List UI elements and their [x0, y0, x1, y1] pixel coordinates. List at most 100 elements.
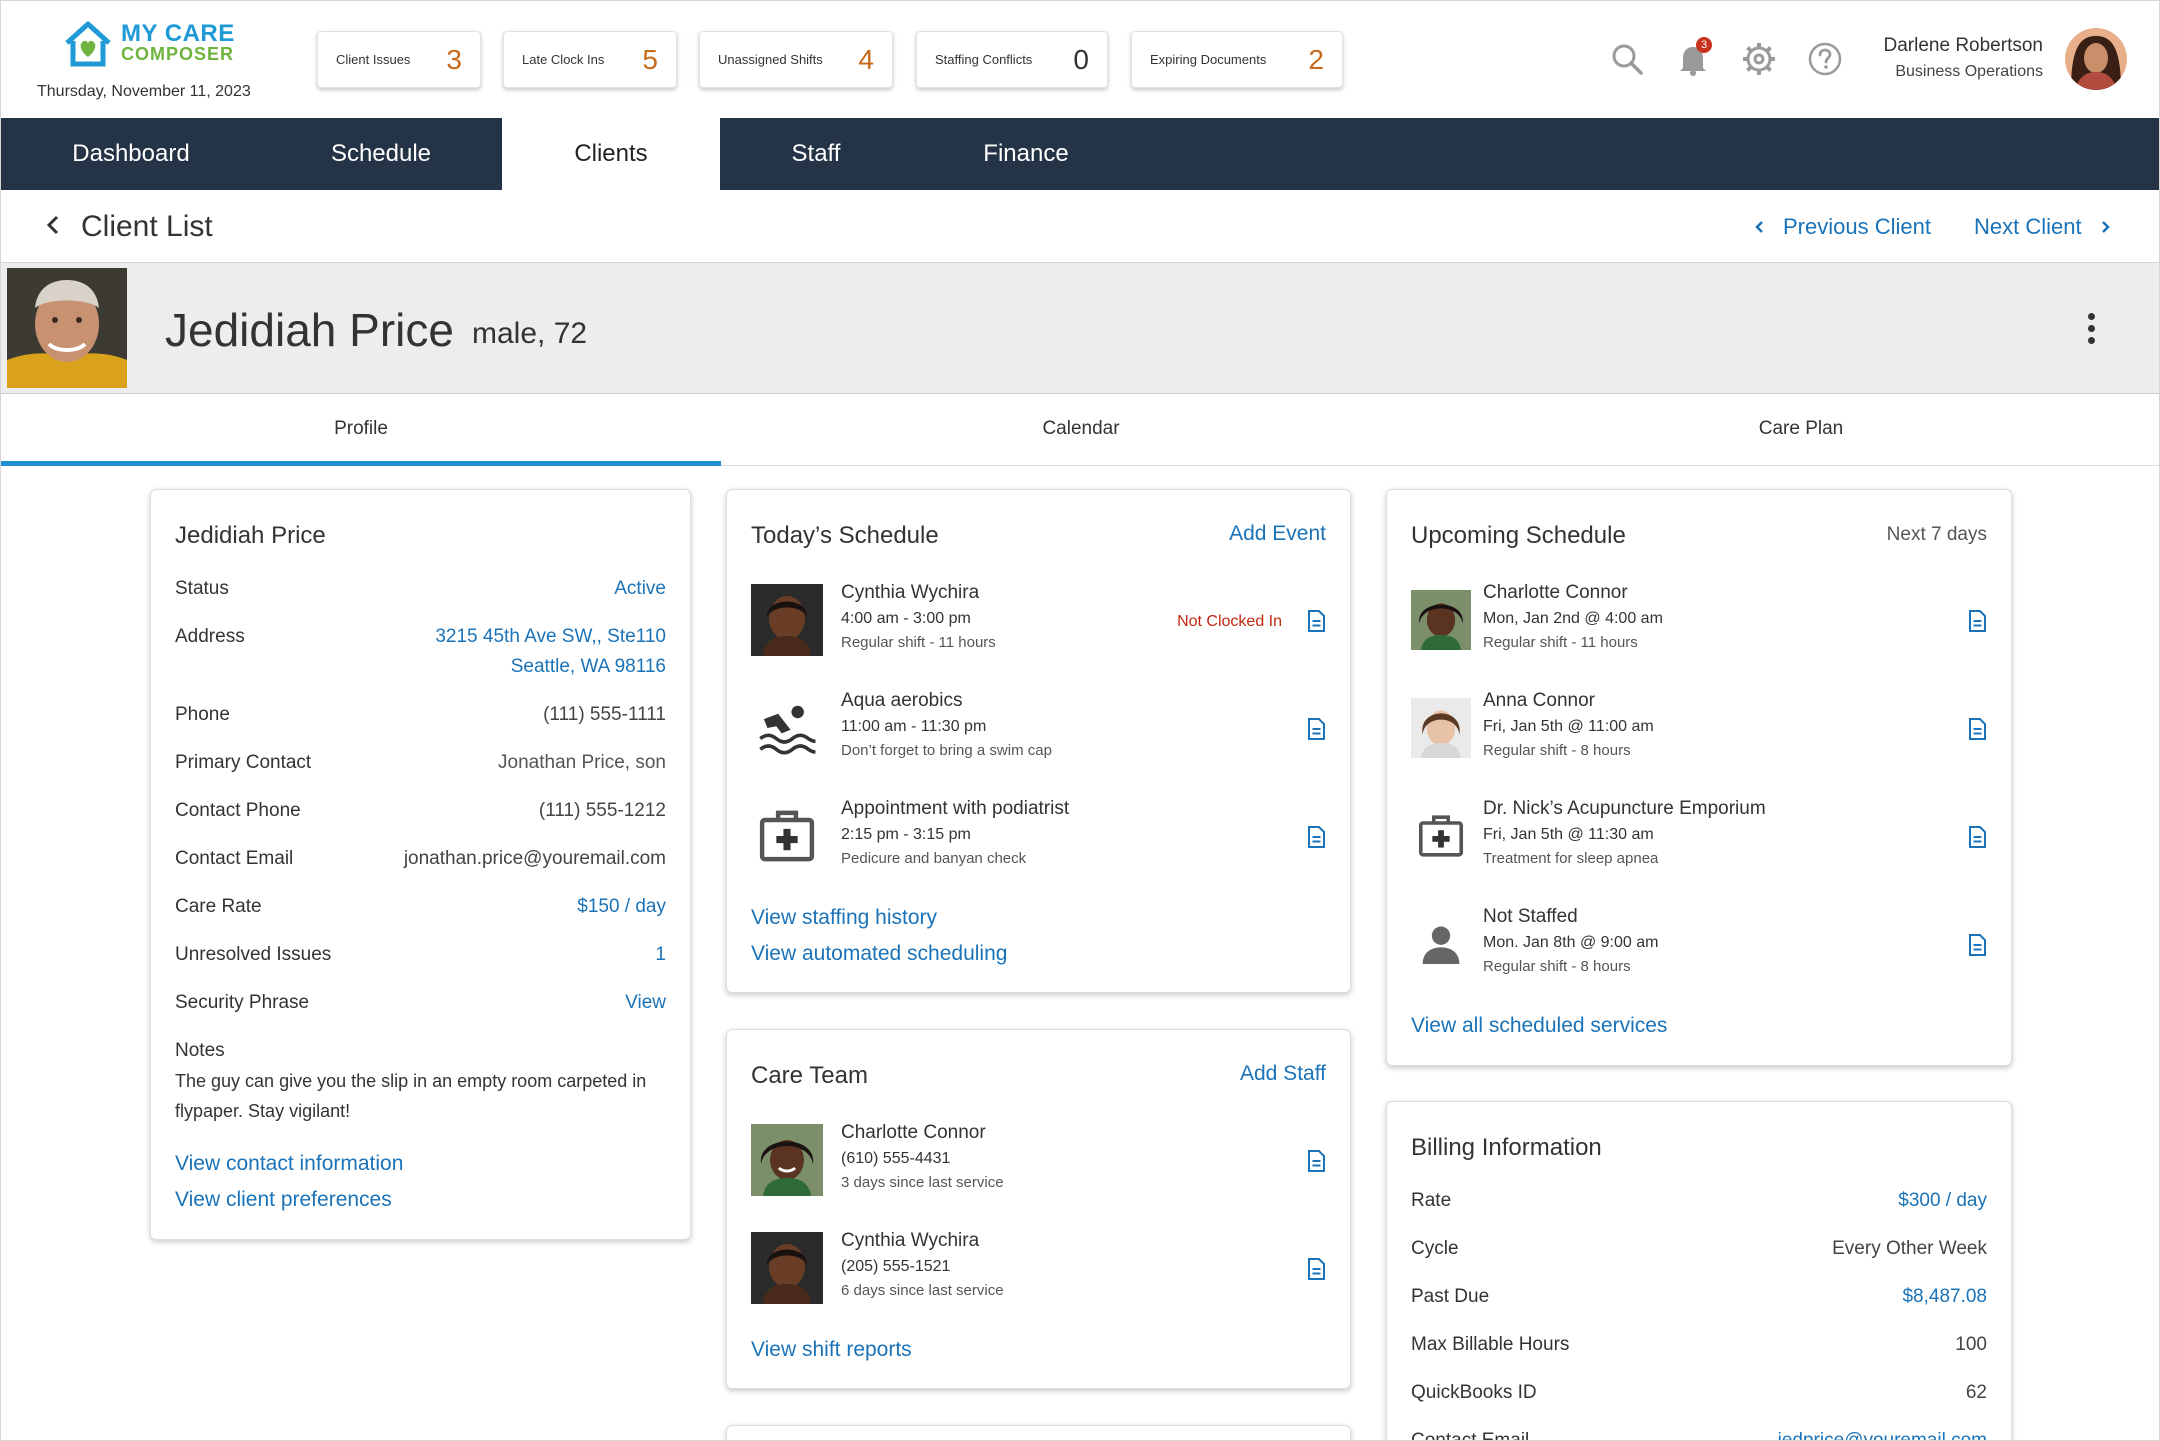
swimming-icon	[751, 692, 823, 764]
medical-kit-icon	[1411, 806, 1471, 866]
logo[interactable]: MY CARE COMPOSER	[63, 19, 235, 69]
tab-calendar[interactable]: Calendar	[721, 394, 1441, 466]
notification-badge: 3	[1696, 37, 1712, 53]
document-icon[interactable]	[1306, 1258, 1326, 1280]
document-icon[interactable]	[1306, 1150, 1326, 1172]
view-staffing-history-link[interactable]: View staffing history	[751, 906, 937, 930]
status-value[interactable]: Active	[614, 578, 666, 600]
care-team-member[interactable]: Cynthia Wychira (205) 555-1521 6 days si…	[751, 1230, 1326, 1306]
user-name: Darlene Robertson	[1883, 35, 2043, 56]
kpi-client-issues[interactable]: Client Issues 3	[317, 31, 481, 88]
item-time: Mon, Jan 2nd @ 4:00 am	[1483, 610, 1663, 627]
tab-care-plan[interactable]: Care Plan	[1441, 394, 2159, 466]
care-team-member[interactable]: Charlotte Connor (610) 555-4431 3 days s…	[751, 1122, 1326, 1198]
row-value: (111) 555-1111	[543, 704, 666, 725]
logo-house-icon	[65, 21, 111, 67]
tab-profile[interactable]: Profile	[1, 394, 721, 466]
document-icon[interactable]	[1967, 610, 1987, 632]
card-title: Billing Information	[1411, 1134, 1602, 1161]
upcoming-item[interactable]: Anna Connor Fri, Jan 5th @ 11:00 am Regu…	[1411, 690, 1987, 766]
back-to-client-list[interactable]: Client List	[45, 210, 213, 244]
row-key: Contact Phone	[175, 800, 301, 821]
view-contact-information-link[interactable]: View contact information	[175, 1152, 403, 1176]
member-phone: (610) 555-4431	[841, 1150, 951, 1167]
kpi-value: 0	[1073, 43, 1089, 75]
view-all-scheduled-services-link[interactable]: View all scheduled services	[1411, 1014, 1667, 1038]
client-gender-age: male, 72	[472, 317, 588, 350]
view-automated-scheduling-link[interactable]: View automated scheduling	[751, 942, 1007, 966]
client-header: Jedidiah Price male, 72	[1, 263, 2159, 394]
row-key: Security Phrase	[175, 992, 310, 1013]
past-due-value[interactable]: $8,487.08	[1902, 1286, 1987, 1308]
row-key: Cycle	[1411, 1238, 1459, 1259]
item-time: 4:00 am - 3:00 pm	[841, 610, 971, 627]
todays-schedule-card: Today’s Schedule Add Event Cynthia Wychi…	[726, 489, 1351, 993]
upcoming-item[interactable]: Charlotte Connor Mon, Jan 2nd @ 4:00 am …	[1411, 582, 1987, 658]
notes-text: The guy can give you the slip in an empt…	[175, 1071, 647, 1121]
next-card-partial	[726, 1425, 1351, 1440]
item-time: 2:15 pm - 3:15 pm	[841, 826, 971, 843]
gear-icon[interactable]	[1737, 37, 1781, 81]
document-icon[interactable]	[1967, 826, 1987, 848]
kpi-late-clock-ins[interactable]: Late Clock Ins 5	[503, 31, 677, 88]
billing-row-quickbooks-id: QuickBooks ID 62	[1411, 1382, 1987, 1404]
document-icon[interactable]	[1967, 934, 1987, 956]
row-value: Every Other Week	[1832, 1238, 1987, 1259]
member-last-service: 6 days since last service	[841, 1282, 1004, 1299]
bell-icon[interactable]: 3	[1671, 37, 1715, 81]
card-title: Jedidiah Price	[175, 522, 326, 549]
upcoming-item[interactable]: Dr. Nick’s Acupuncture Emporium Fri, Jan…	[1411, 798, 1987, 874]
care-rate-value[interactable]: $150 / day	[577, 896, 666, 918]
document-icon[interactable]	[1306, 826, 1326, 848]
kpi-staffing-conflicts[interactable]: Staffing Conflicts 0	[916, 31, 1108, 88]
item-title: Dr. Nick’s Acupuncture Emporium	[1483, 798, 1766, 819]
row-value: (111) 555-1212	[538, 800, 666, 821]
previous-client-link[interactable]: Previous Client	[1753, 214, 1931, 240]
add-event-button[interactable]: Add Event	[1229, 522, 1326, 546]
card-title: Upcoming Schedule	[1411, 522, 1626, 549]
schedule-item[interactable]: Appointment with podiatrist 2:15 pm - 3:…	[751, 798, 1326, 874]
item-title: Aqua aerobics	[841, 690, 963, 711]
profile-row-primary-contact: Primary Contact Jonathan Price, son	[175, 752, 666, 774]
kpi-unassigned-shifts[interactable]: Unassigned Shifts 4	[699, 31, 893, 88]
user-avatar[interactable]	[2065, 28, 2127, 90]
schedule-item[interactable]: Cynthia Wychira 4:00 am - 3:00 pm Regula…	[751, 582, 1326, 658]
caregiver-avatar	[751, 1124, 823, 1196]
nav-dashboard[interactable]: Dashboard	[1, 118, 261, 190]
kpi-expiring-documents[interactable]: Expiring Documents 2	[1131, 31, 1343, 88]
schedule-item[interactable]: Aqua aerobics 11:00 am - 11:30 pm Don’t …	[751, 690, 1326, 766]
unresolved-issues-value[interactable]: 1	[655, 944, 666, 966]
help-icon[interactable]	[1803, 37, 1847, 81]
address-line-1: 3215 45th Ave SW,, Ste110	[435, 626, 666, 647]
member-name: Charlotte Connor	[841, 1122, 986, 1143]
item-title: Anna Connor	[1483, 690, 1595, 711]
add-staff-button[interactable]: Add Staff	[1240, 1062, 1326, 1086]
billing-rate-value[interactable]: $300 / day	[1898, 1190, 1987, 1212]
top-bar: MY CARE COMPOSER Thursday, November 11, …	[1, 1, 2159, 118]
caregiver-avatar	[751, 1232, 823, 1304]
nav-staff[interactable]: Staff	[720, 118, 912, 190]
nav-clients[interactable]: Clients	[502, 118, 720, 190]
document-icon[interactable]	[1306, 718, 1326, 740]
document-icon[interactable]	[1967, 718, 1987, 740]
security-phrase-view-link[interactable]: View	[625, 992, 666, 1014]
document-icon[interactable]	[1306, 610, 1326, 632]
upcoming-item[interactable]: Not Staffed Mon. Jan 8th @ 9:00 am Regul…	[1411, 906, 1987, 982]
billing-card: Billing Information Rate $300 / day Cycl…	[1386, 1101, 2012, 1440]
nav-schedule[interactable]: Schedule	[261, 118, 501, 190]
view-shift-reports-link[interactable]: View shift reports	[751, 1338, 912, 1362]
user-info[interactable]: Darlene Robertson Business Operations	[1884, 35, 2043, 81]
row-value: 62	[1965, 1382, 1987, 1403]
search-icon[interactable]	[1605, 37, 1649, 81]
next-client-link[interactable]: Next Client	[1974, 214, 2112, 240]
more-options-icon[interactable]	[2081, 313, 2101, 347]
billing-email-link[interactable]: jedprice@youremail.com	[1778, 1430, 1987, 1440]
address-link[interactable]: 3215 45th Ave SW,, Ste110 Seattle, WA 98…	[435, 622, 666, 682]
logo-title: MY CARE	[121, 20, 235, 47]
billing-row-contact-email: Contact Email jedprice@youremail.com	[1411, 1430, 1987, 1440]
kpi-value: 5	[642, 43, 658, 75]
nav-finance[interactable]: Finance	[912, 118, 1140, 190]
view-client-preferences-link[interactable]: View client preferences	[175, 1188, 392, 1212]
profile-row-phone: Phone (111) 555-1111	[175, 704, 666, 726]
billing-row-max-billable-hours: Max Billable Hours 100	[1411, 1334, 1987, 1356]
